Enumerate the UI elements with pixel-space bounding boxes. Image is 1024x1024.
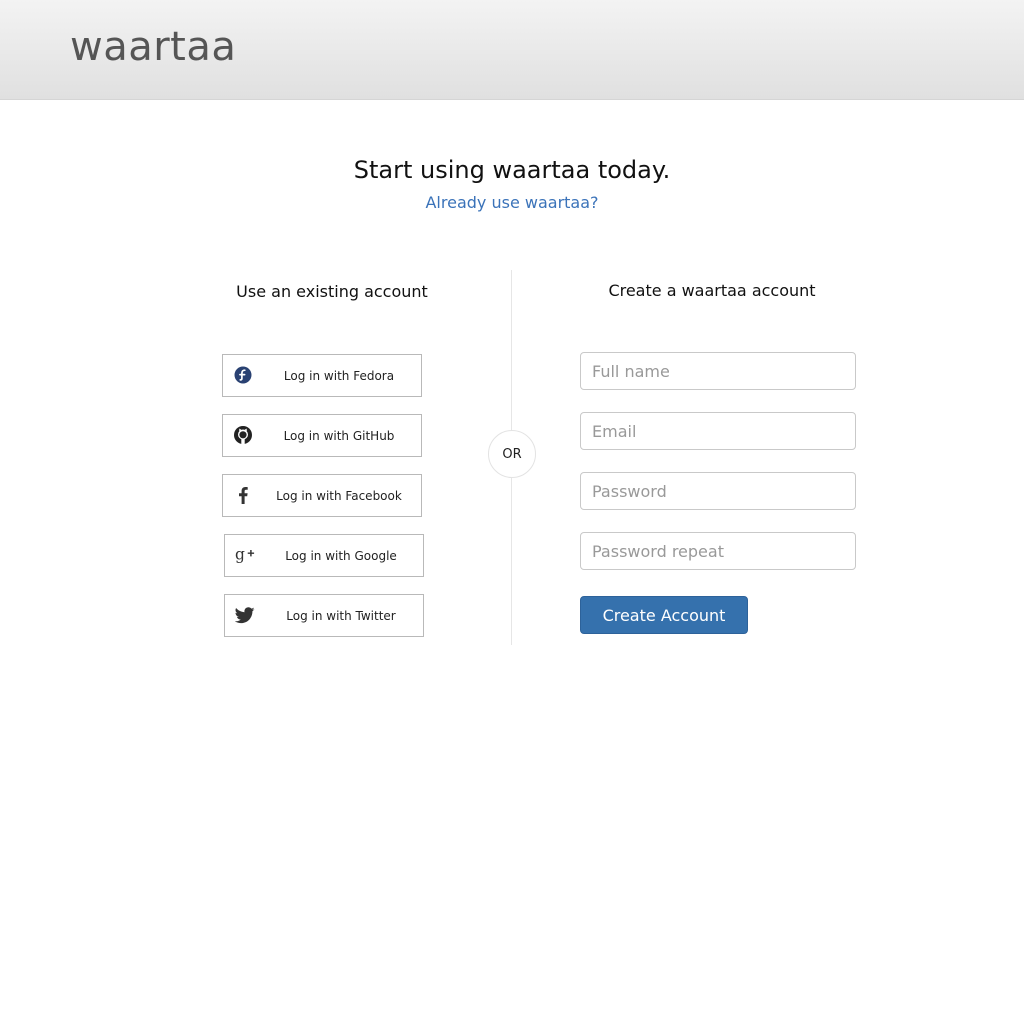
already-use-link[interactable]: Already use waartaa? <box>0 193 1024 212</box>
twitter-icon <box>235 605 255 625</box>
github-icon <box>233 425 253 445</box>
twitter-login-label: Log in with Twitter <box>286 608 396 623</box>
site-header: waartaa <box>0 0 1024 100</box>
github-login-button[interactable]: Log in with GitHub <box>222 414 422 457</box>
password-input[interactable] <box>580 472 856 510</box>
page-headline: Start using waartaa today. <box>353 156 671 184</box>
facebook-login-label: Log in with Facebook <box>276 488 402 503</box>
or-label: OR <box>502 446 522 462</box>
site-logo[interactable]: waartaa <box>70 24 236 70</box>
google-plus-icon: g <box>235 545 255 565</box>
google-login-label: Log in with Google <box>285 548 397 563</box>
password-repeat-input[interactable] <box>580 532 856 570</box>
create-account-title: Create a waartaa account <box>608 281 816 300</box>
or-separator: OR <box>488 430 536 478</box>
github-login-label: Log in with GitHub <box>283 428 395 443</box>
fedora-login-button[interactable]: Log in with Fedora <box>222 354 422 397</box>
twitter-login-button[interactable]: Log in with Twitter <box>224 594 424 637</box>
create-account-button[interactable]: Create Account <box>580 596 748 634</box>
existing-account-title: Use an existing account <box>236 282 428 301</box>
facebook-icon <box>233 485 253 505</box>
email-input[interactable] <box>580 412 856 450</box>
full-name-input[interactable] <box>580 352 856 390</box>
fedora-login-label: Log in with Fedora <box>283 368 395 383</box>
fedora-icon <box>233 365 253 385</box>
facebook-login-button[interactable]: Log in with Facebook <box>222 474 422 517</box>
google-login-button[interactable]: g Log in with Google <box>224 534 424 577</box>
svg-text:g: g <box>235 546 245 564</box>
